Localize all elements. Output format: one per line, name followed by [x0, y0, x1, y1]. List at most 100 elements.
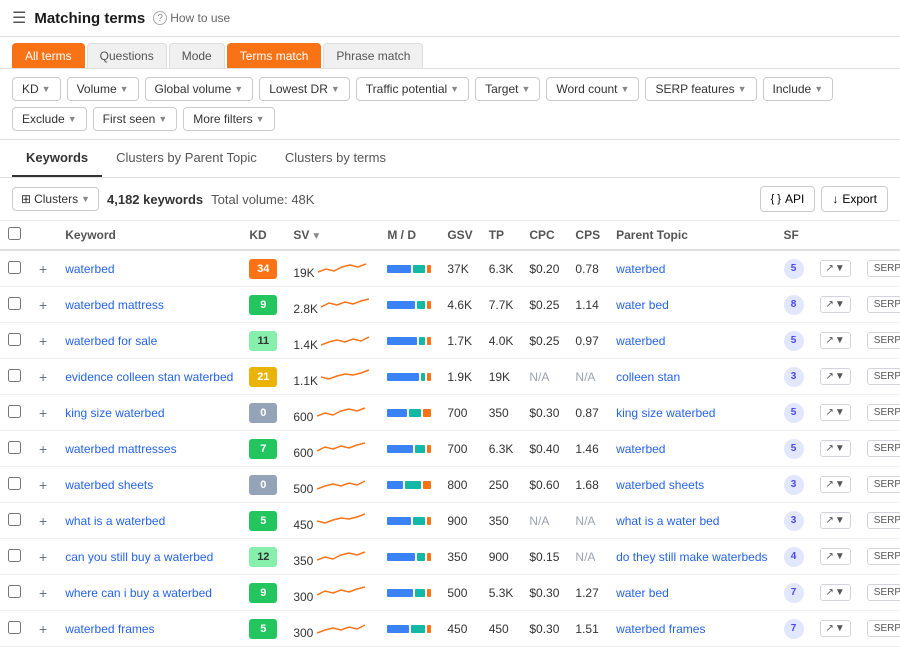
filter-exclude[interactable]: Exclude▼: [12, 107, 87, 131]
filter-more[interactable]: More filters▼: [183, 107, 274, 131]
serp-button[interactable]: SERP ▼ ●: [867, 260, 900, 277]
trend-button[interactable]: ↗ ▼: [820, 404, 851, 421]
keyword-link[interactable]: king size waterbed: [65, 406, 164, 420]
parent-topic-link[interactable]: waterbed sheets: [616, 478, 704, 492]
row-checkbox[interactable]: [8, 441, 21, 454]
tab-questions[interactable]: Questions: [87, 43, 167, 68]
parent-topic-link[interactable]: waterbed: [616, 442, 665, 456]
row-checkbox[interactable]: [8, 513, 21, 526]
filter-traffic-potential[interactable]: Traffic potential▼: [356, 77, 469, 101]
tab-phrase-match[interactable]: Phrase match: [323, 43, 423, 68]
add-keyword-button[interactable]: +: [37, 261, 49, 277]
parent-topic-link[interactable]: waterbed: [616, 334, 665, 348]
serp-button[interactable]: SERP ▼: [867, 332, 900, 349]
row-checkbox[interactable]: [8, 585, 21, 598]
parent-topic-link[interactable]: water bed: [616, 298, 669, 312]
serp-button[interactable]: SERP ▼: [867, 548, 900, 565]
keyword-link[interactable]: where can i buy a waterbed: [65, 586, 212, 600]
parent-topic-link[interactable]: king size waterbed: [616, 406, 715, 420]
trend-button[interactable]: ↗ ▼: [820, 476, 851, 493]
add-keyword-button[interactable]: +: [37, 585, 49, 601]
parent-topic-link[interactable]: waterbed frames: [616, 622, 705, 636]
keyword-link[interactable]: can you still buy a waterbed: [65, 550, 213, 564]
add-keyword-button[interactable]: +: [37, 549, 49, 565]
gsv-cell: 500: [439, 575, 480, 611]
bar-segment-teal: [413, 265, 425, 273]
row-checkbox[interactable]: [8, 297, 21, 310]
keyword-link[interactable]: waterbed for sale: [65, 334, 157, 348]
filter-word-count[interactable]: Word count▼: [546, 77, 639, 101]
col-header-sv[interactable]: SV▼: [285, 221, 379, 250]
row-checkbox[interactable]: [8, 369, 21, 382]
parent-topic-link[interactable]: water bed: [616, 586, 669, 600]
filter-volume[interactable]: Volume▼: [67, 77, 139, 101]
row-checkbox[interactable]: [8, 405, 21, 418]
row-checkbox[interactable]: [8, 261, 21, 274]
serp-button[interactable]: SERP ▼: [867, 440, 900, 457]
add-keyword-button[interactable]: +: [37, 441, 49, 457]
keyword-link[interactable]: evidence colleen stan waterbed: [65, 370, 233, 384]
trend-button[interactable]: ↗ ▼: [820, 332, 851, 349]
trend-button[interactable]: ↗ ▼: [820, 368, 851, 385]
trend-button[interactable]: ↗ ▼: [820, 548, 851, 565]
add-keyword-button[interactable]: +: [37, 513, 49, 529]
parent-topic-link[interactable]: colleen stan: [616, 370, 680, 384]
tab-mode[interactable]: Mode: [169, 43, 225, 68]
keyword-link[interactable]: what is a waterbed: [65, 514, 165, 528]
keyword-link[interactable]: waterbed frames: [65, 622, 154, 636]
filter-serp-features[interactable]: SERP features▼: [645, 77, 756, 101]
cps-cell: 0.97: [567, 323, 608, 359]
row-checkbox[interactable]: [8, 333, 21, 346]
row-checkbox[interactable]: [8, 477, 21, 490]
serp-button[interactable]: SERP ▼: [867, 584, 900, 601]
keyword-link[interactable]: waterbed mattress: [65, 298, 164, 312]
serp-button[interactable]: SERP ▼: [867, 296, 900, 313]
row-checkbox[interactable]: [8, 621, 21, 634]
keyword-link[interactable]: waterbed sheets: [65, 478, 153, 492]
bar-segment-orange: [427, 373, 431, 381]
add-keyword-button[interactable]: +: [37, 405, 49, 421]
keyword-cell: can you still buy a waterbed: [57, 539, 241, 575]
filter-lowest-dr[interactable]: Lowest DR▼: [259, 77, 350, 101]
trend-button[interactable]: ↗ ▼: [820, 440, 851, 457]
serp-button[interactable]: SERP ▼: [867, 404, 900, 421]
trend-button[interactable]: ↗ ▼: [820, 512, 851, 529]
add-keyword-button[interactable]: +: [37, 297, 49, 313]
serp-button[interactable]: SERP ▼: [867, 620, 900, 637]
filter-global-volume[interactable]: Global volume▼: [145, 77, 254, 101]
trend-button[interactable]: ↗ ▼: [820, 620, 851, 637]
chevron-down-icon: ▼: [835, 623, 845, 634]
filter-include[interactable]: Include▼: [763, 77, 834, 101]
serp-button[interactable]: SERP ▼: [867, 476, 900, 493]
add-keyword-button[interactable]: +: [37, 333, 49, 349]
trend-button[interactable]: ↗ ▼: [820, 584, 851, 601]
parent-topic-link[interactable]: what is a water bed: [616, 514, 719, 528]
row-checkbox[interactable]: [8, 549, 21, 562]
filter-first-seen[interactable]: First seen▼: [93, 107, 178, 131]
select-all-checkbox[interactable]: [8, 227, 21, 240]
trend-button[interactable]: ↗ ▼: [820, 296, 851, 313]
sv-cell: 300: [285, 611, 379, 647]
serp-button[interactable]: SERP ▼: [867, 368, 900, 385]
trend-button[interactable]: ↗ ▼: [820, 260, 851, 277]
clusters-button[interactable]: ⊞ Clusters ▼: [12, 187, 99, 211]
how-to-link[interactable]: ? How to use: [153, 11, 230, 25]
filter-target[interactable]: Target▼: [475, 77, 540, 101]
add-keyword-button[interactable]: +: [37, 477, 49, 493]
add-keyword-button[interactable]: +: [37, 369, 49, 385]
sub-tab-clusters-parent[interactable]: Clusters by Parent Topic: [102, 140, 271, 177]
tab-all-terms[interactable]: All terms: [12, 43, 85, 68]
tab-terms-match[interactable]: Terms match: [227, 43, 322, 68]
sub-tab-keywords[interactable]: Keywords: [12, 140, 102, 177]
filter-kd[interactable]: KD▼: [12, 77, 61, 101]
add-keyword-button[interactable]: +: [37, 621, 49, 637]
sub-tab-clusters-terms[interactable]: Clusters by terms: [271, 140, 400, 177]
parent-topic-link[interactable]: do they still make waterbeds: [616, 550, 767, 564]
serp-button[interactable]: SERP ▼: [867, 512, 900, 529]
parent-topic-link[interactable]: waterbed: [616, 262, 665, 276]
keyword-link[interactable]: waterbed mattresses: [65, 442, 176, 456]
api-button[interactable]: { } API: [760, 186, 816, 212]
menu-icon[interactable]: ☰: [12, 8, 26, 28]
export-button[interactable]: ↓ Export: [821, 186, 888, 212]
keyword-link[interactable]: waterbed: [65, 262, 114, 276]
